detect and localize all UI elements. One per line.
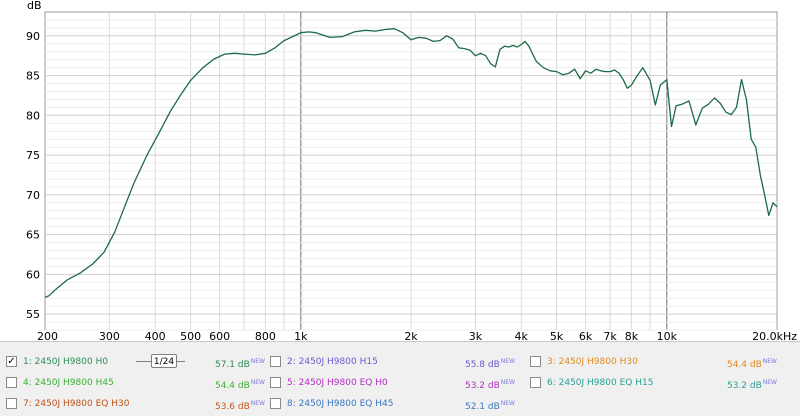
y-tick-label: 90 <box>26 30 40 43</box>
legend-value: 52.1 dBNEW <box>464 400 515 412</box>
y-tick-label: 65 <box>26 229 40 242</box>
y-tick-label: 85 <box>26 70 40 83</box>
legend-checkbox[interactable] <box>270 356 281 367</box>
smoothing-line-left <box>136 361 151 362</box>
smoothing-line-right <box>177 361 185 362</box>
new-badge: NEW <box>250 379 265 386</box>
legend-item[interactable]: 5: 2450J H9800 EQ H0 53.2 dBNEW <box>270 376 515 394</box>
legend-value: 53.2 dBNEW <box>464 379 515 391</box>
legend-value: 55.8 dBNEW <box>464 358 515 370</box>
legend-item[interactable]: ✓ 1: 2450J H9800 H0 57.1 dBNEW 1/24 <box>6 354 265 373</box>
x-tick-label: 400 <box>145 330 166 340</box>
legend-label: 7: 2450J H9800 EQ H30 <box>23 399 130 409</box>
legend-label: 3: 2450J H9800 H30 <box>547 357 638 367</box>
new-badge: NEW <box>762 358 777 365</box>
x-tick-label: 10k <box>657 330 678 340</box>
x-tick-label: 7k <box>603 330 617 340</box>
x-tick-label: 300 <box>99 330 120 340</box>
smoothing-button[interactable]: 1/24 <box>151 354 177 368</box>
new-badge: NEW <box>500 400 515 407</box>
legend-item[interactable]: 6: 2450J H9800 EQ H15 53.2 dBNEW <box>530 376 777 394</box>
x-tick-label: 3k <box>469 330 483 340</box>
x-tick-label: 8k <box>625 330 639 340</box>
legend-item[interactable]: 2: 2450J H9800 H15 55.8 dBNEW <box>270 355 515 373</box>
y-tick-label: 55 <box>26 308 40 321</box>
legend-checkbox[interactable]: ✓ <box>6 356 17 367</box>
legend-label: 4: 2450J H9800 H45 <box>23 378 114 388</box>
new-badge: NEW <box>500 379 515 386</box>
legend-item[interactable]: 4: 2450J H9800 H45 54.4 dBNEW <box>6 376 265 394</box>
frequency-response-chart: 55 60 65 70 75 80 85 90 200 300 400 500 600 800 1k 2k 3… <box>26 0 797 340</box>
x-tick-label: 500 <box>180 330 201 340</box>
y-tick-label: 60 <box>26 268 40 281</box>
x-tick-label: 20.0kHz <box>752 330 797 340</box>
x-tick-label: 2k <box>404 330 418 340</box>
new-badge: NEW <box>250 358 265 365</box>
y-axis-unit: dB <box>27 0 42 12</box>
x-tick-label: 600 <box>209 330 230 340</box>
legend-label: 6: 2450J H9800 EQ H15 <box>547 378 654 388</box>
legend-value: 53.6 dBNEW <box>214 400 265 412</box>
x-tick-label: 5k <box>550 330 564 340</box>
y-axis-ticks: 55 60 65 70 75 80 85 90 <box>26 30 40 321</box>
legend-value: 53.2 dBNEW <box>726 379 777 391</box>
new-badge: NEW <box>500 358 515 365</box>
legend-value: 54.4 dBNEW <box>214 379 265 391</box>
y-tick-label: 70 <box>26 189 40 202</box>
x-tick-label: 200 <box>37 330 58 340</box>
x-axis-ticks: 200 300 400 500 600 800 1k 2k 3k 4k 5k 6k 7k 8k 10k 20.… <box>37 330 797 340</box>
legend-label: 5: 2450J H9800 EQ H0 <box>287 378 388 388</box>
legend-checkbox[interactable] <box>530 377 541 388</box>
legend-item[interactable]: 8: 2450J H9800 EQ H45 52.1 dBNEW <box>270 397 515 415</box>
legend-label: 2: 2450J H9800 H15 <box>287 357 378 367</box>
grid-lines <box>45 12 777 331</box>
x-tick-label: 4k <box>515 330 529 340</box>
legend-value: 54.4 dBNEW <box>726 358 777 370</box>
new-badge: NEW <box>762 379 777 386</box>
legend-checkbox[interactable] <box>530 356 541 367</box>
legend-panel: ✓ 1: 2450J H9800 H0 57.1 dBNEW 1/24 2: 2450J… <box>0 341 800 416</box>
y-tick-label: 75 <box>26 149 40 162</box>
new-badge: NEW <box>250 400 265 407</box>
legend-item[interactable]: 7: 2450J H9800 EQ H30 53.6 dBNEW <box>6 397 265 415</box>
x-tick-label: 800 <box>255 330 276 340</box>
legend-label: 8: 2450J H9800 EQ H45 <box>287 399 394 409</box>
y-tick-label: 80 <box>26 109 40 122</box>
legend-checkbox[interactable] <box>6 398 17 409</box>
legend-value: 57.1 dBNEW <box>214 358 265 370</box>
x-tick-label: 1k <box>294 330 308 340</box>
legend-checkbox[interactable] <box>270 377 281 388</box>
legend-checkbox[interactable] <box>6 377 17 388</box>
legend-checkbox[interactable] <box>270 398 281 409</box>
legend-item[interactable]: 3: 2450J H9800 H30 54.4 dBNEW <box>530 355 777 373</box>
legend-label: 1: 2450J H9800 H0 <box>23 357 109 367</box>
x-tick-label: 6k <box>579 330 593 340</box>
